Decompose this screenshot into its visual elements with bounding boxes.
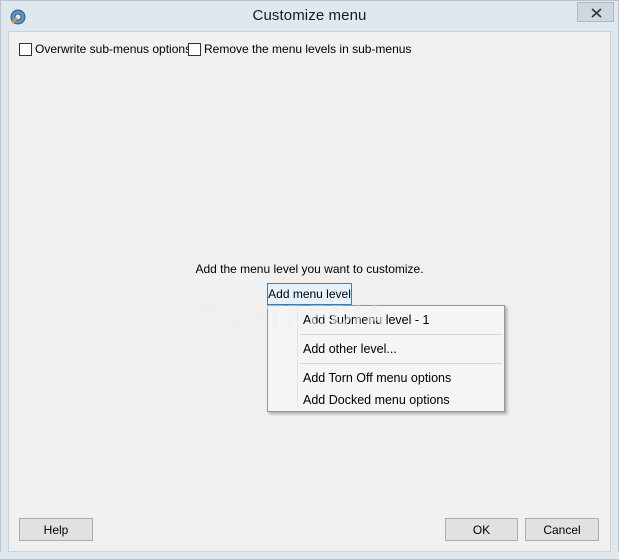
menu-item-add-docked-options[interactable]: Add Docked menu options: [270, 389, 502, 411]
window-frame-right: [611, 31, 619, 560]
remove-menu-levels-checkbox[interactable]: [188, 42, 201, 56]
cancel-button[interactable]: Cancel: [525, 518, 599, 541]
menu-separator: [300, 363, 502, 364]
overwrite-submenus-label: Overwrite sub-menus options: [35, 42, 192, 56]
menu-separator: [300, 334, 502, 335]
instruction-text: Add the menu level you want to customize…: [195, 262, 424, 276]
window-frame-bottom: [0, 552, 619, 560]
overwrite-submenus-checkbox-row[interactable]: Overwrite sub-menus options: [19, 42, 191, 56]
remove-menu-levels-checkbox-row[interactable]: Remove the menu levels in sub-menus: [188, 42, 411, 56]
menu-item-add-submenu-level[interactable]: Add Submenu level - 1: [270, 309, 502, 331]
ok-button[interactable]: OK: [445, 518, 518, 541]
window-frame-left: [0, 31, 8, 560]
add-menu-level-button[interactable]: Add menu level: [267, 283, 352, 305]
help-button[interactable]: Help: [19, 518, 93, 541]
window-title: Customize menu: [252, 7, 367, 24]
add-level-dropdown-menu: Add Submenu level - 1 Add other level...…: [267, 305, 505, 412]
title-bar: Customize menu: [0, 0, 619, 31]
menu-item-add-other-level[interactable]: Add other level...: [270, 338, 502, 360]
close-button[interactable]: [577, 2, 614, 22]
menu-item-add-torn-off-options[interactable]: Add Torn Off menu options: [270, 367, 502, 389]
remove-menu-levels-label: Remove the menu levels in sub-menus: [204, 42, 412, 56]
overwrite-submenus-checkbox[interactable]: [19, 42, 32, 56]
close-icon: [591, 8, 602, 18]
